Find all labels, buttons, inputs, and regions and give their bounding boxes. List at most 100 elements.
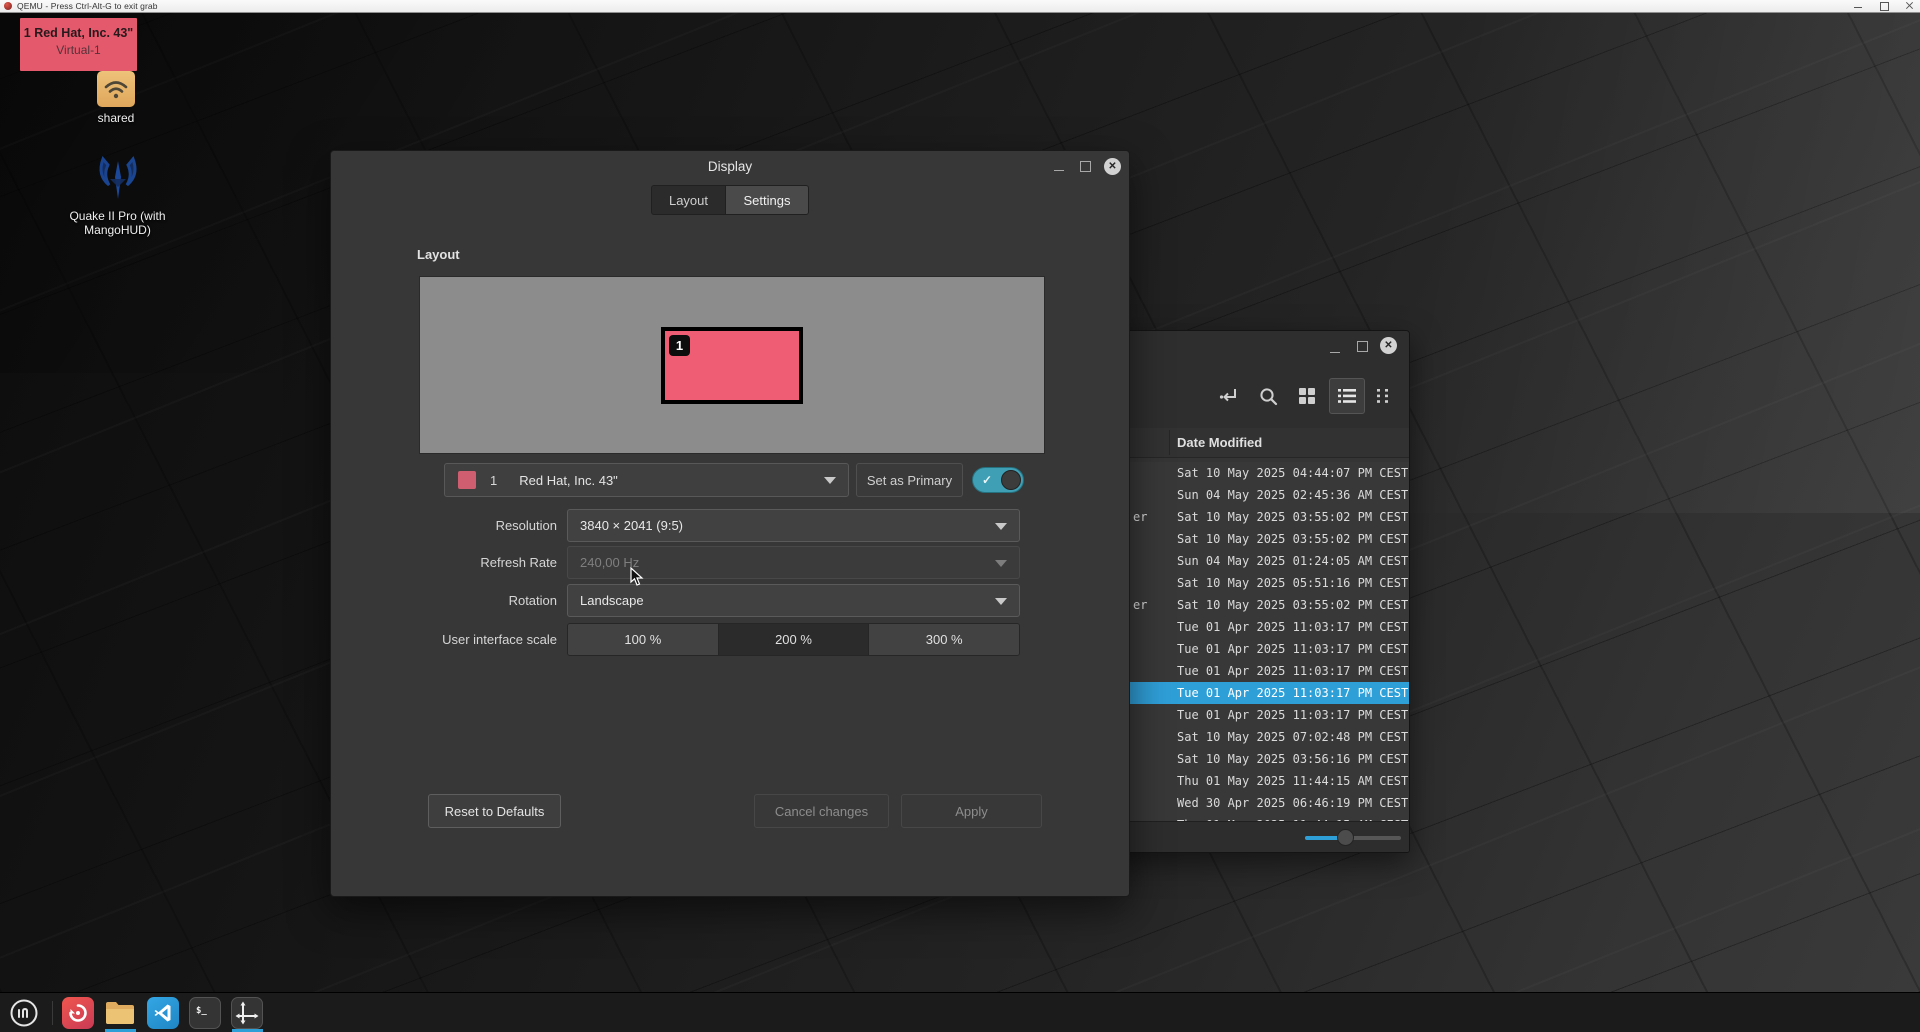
chevron-down-icon xyxy=(995,560,1007,567)
panel-separator xyxy=(52,1001,53,1025)
desktop-icon-shared[interactable]: shared xyxy=(88,71,144,125)
date-modified-cell: Tue 01 Apr 2025 11:03:17 PM CEST xyxy=(1177,616,1408,638)
resolution-label: Resolution xyxy=(331,518,557,533)
resolution-dropdown[interactable]: 3840 × 2041 (9:5) xyxy=(567,509,1020,542)
apply-button[interactable]: Apply xyxy=(901,794,1042,828)
date-modified-cell: Sat 10 May 2025 04:44:07 PM CEST xyxy=(1177,462,1408,484)
monitor-layout-canvas[interactable]: 1 xyxy=(419,276,1045,454)
location-entry-icon[interactable] xyxy=(1218,385,1240,407)
refresh-rate-label: Refresh Rate xyxy=(331,555,557,570)
ui-scale-label: User interface scale xyxy=(331,632,557,647)
qemu-app-icon xyxy=(4,2,12,10)
vscode-launcher[interactable] xyxy=(147,997,179,1029)
date-modified-cell: Tue 01 Apr 2025 11:03:17 PM CEST xyxy=(1177,682,1408,704)
file-manager-launcher[interactable] xyxy=(104,997,136,1029)
mint-menu-button[interactable] xyxy=(8,997,40,1029)
screen: QEMU - Press Ctrl-Alt-G to exit grab 1 R… xyxy=(0,0,1920,1032)
taskbar: $_ xyxy=(0,992,1920,1032)
set-as-primary-button[interactable]: Set as Primary xyxy=(856,463,963,497)
minimize-icon[interactable] xyxy=(1053,161,1065,173)
date-modified-cell: Thu 01 May 2025 11:44:15 AM CEST xyxy=(1177,814,1408,821)
monitor-color-swatch xyxy=(458,471,476,489)
tab-settings[interactable]: Settings xyxy=(725,185,809,215)
date-modified-cell: Tue 01 Apr 2025 11:03:17 PM CEST xyxy=(1177,704,1408,726)
list-view-icon[interactable] xyxy=(1336,385,1358,407)
primary-toggle[interactable]: ✓ xyxy=(972,467,1024,493)
dialog-title: Display xyxy=(331,159,1129,174)
tab-layout[interactable]: Layout xyxy=(651,185,726,215)
firefox-icon xyxy=(68,1003,88,1023)
desktop-icon-label-line1: Quake II Pro (with xyxy=(50,209,185,223)
monitor-identify-banner: 1 Red Hat, Inc. 43" Virtual-1 xyxy=(20,18,137,71)
terminal-launcher[interactable]: $_ xyxy=(189,997,221,1029)
zoom-slider[interactable] xyxy=(1305,836,1401,840)
zoom-slider-knob[interactable] xyxy=(1337,829,1354,846)
maximize-icon[interactable] xyxy=(1357,341,1368,352)
monitor-name: Red Hat, Inc. 43" xyxy=(519,473,618,488)
search-icon[interactable] xyxy=(1257,385,1279,407)
compact-view-icon[interactable] xyxy=(1373,385,1395,407)
monitor-number: 1 xyxy=(490,473,497,488)
monitor-number-badge: 1 xyxy=(669,335,690,356)
date-modified-cell: Thu 01 May 2025 11:44:15 AM CEST xyxy=(1177,770,1408,792)
move-crosshair-icon xyxy=(235,1001,259,1025)
date-modified-cell: Wed 30 Apr 2025 06:46:19 PM CEST xyxy=(1177,792,1408,814)
terminal-icon: $_ xyxy=(194,1003,216,1023)
maximize-icon[interactable] xyxy=(1080,161,1091,172)
quake-logo-icon xyxy=(95,153,141,205)
desktop-icon-quake[interactable]: Quake II Pro (with MangoHUD) xyxy=(50,153,185,237)
date-modified-cell: Sat 10 May 2025 03:55:02 PM CEST xyxy=(1177,528,1408,550)
close-icon[interactable]: ✕ xyxy=(1380,337,1397,354)
folder-icon xyxy=(105,1000,135,1026)
file-name-fragment: er xyxy=(1133,594,1147,616)
minimize-icon[interactable] xyxy=(1329,343,1341,355)
qemu-window-title: QEMU - Press Ctrl-Alt-G to exit grab xyxy=(17,1,158,11)
monitor-identify-line1: 1 Red Hat, Inc. 43" xyxy=(20,26,137,40)
date-modified-cell: Sat 10 May 2025 07:02:48 PM CEST xyxy=(1177,726,1408,748)
display-dialog-titlebar[interactable]: Display ✕ xyxy=(331,151,1129,183)
close-icon[interactable]: ✕ xyxy=(1104,158,1121,175)
rotation-dropdown[interactable]: Landscape xyxy=(567,584,1020,617)
toggle-knob[interactable] xyxy=(1001,470,1021,490)
date-modified-cell: Sat 10 May 2025 03:56:16 PM CEST xyxy=(1177,748,1408,770)
mouse-cursor xyxy=(630,567,644,587)
chevron-down-icon xyxy=(995,523,1007,530)
firefox-launcher[interactable] xyxy=(62,997,94,1029)
cancel-changes-button[interactable]: Cancel changes xyxy=(754,794,889,828)
svg-text:$_: $_ xyxy=(196,1006,207,1016)
display-layout-launcher[interactable] xyxy=(231,997,263,1029)
column-separator[interactable] xyxy=(1169,430,1170,455)
monitor-preview[interactable]: 1 xyxy=(661,327,803,404)
rotation-label: Rotation xyxy=(331,593,557,608)
shared-folder-wifi-icon xyxy=(97,71,135,107)
date-modified-cell: Tue 01 Apr 2025 11:03:17 PM CEST xyxy=(1177,638,1408,660)
resolution-value: 3840 × 2041 (9:5) xyxy=(580,518,683,533)
scale-option-100[interactable]: 100 % xyxy=(568,624,719,655)
maximize-icon[interactable] xyxy=(1878,1,1890,11)
monitor-identify-line2: Virtual-1 xyxy=(20,43,137,57)
date-modified-cell: Sun 04 May 2025 02:45:36 AM CEST xyxy=(1177,484,1408,506)
date-modified-cell: Tue 01 Apr 2025 11:03:17 PM CEST xyxy=(1177,660,1408,682)
ui-scale-segmented-control: 100 % 200 % 300 % xyxy=(567,623,1020,656)
vscode-icon xyxy=(153,1003,173,1023)
qemu-titlebar: QEMU - Press Ctrl-Alt-G to exit grab xyxy=(0,0,1920,13)
chevron-down-icon xyxy=(824,477,836,484)
file-name-fragment: er xyxy=(1133,506,1147,528)
monitor-dropdown[interactable]: 1 Red Hat, Inc. 43" xyxy=(444,463,849,497)
scale-option-300[interactable]: 300 % xyxy=(869,624,1019,655)
mint-logo-icon xyxy=(19,1009,27,1017)
minimize-icon[interactable] xyxy=(1852,1,1864,11)
section-title-layout: Layout xyxy=(417,247,460,262)
display-dialog: Display ✕ Layout Settings Layout 1 1 Red… xyxy=(330,150,1130,897)
reset-to-defaults-button[interactable]: Reset to Defaults xyxy=(428,794,561,828)
close-icon[interactable] xyxy=(1904,1,1916,11)
zoom-slider-fill xyxy=(1305,836,1341,840)
date-modified-cell: Sun 04 May 2025 01:24:05 AM CEST xyxy=(1177,550,1408,572)
date-modified-cell: Sat 10 May 2025 03:55:02 PM CEST xyxy=(1177,594,1408,616)
check-icon: ✓ xyxy=(982,473,992,487)
rotation-value: Landscape xyxy=(580,593,644,608)
desktop-icon-label: shared xyxy=(88,111,144,125)
grid-view-icon[interactable] xyxy=(1296,385,1318,407)
scale-option-200[interactable]: 200 % xyxy=(719,624,870,655)
desktop-icon-label-line2: MangoHUD) xyxy=(50,223,185,237)
